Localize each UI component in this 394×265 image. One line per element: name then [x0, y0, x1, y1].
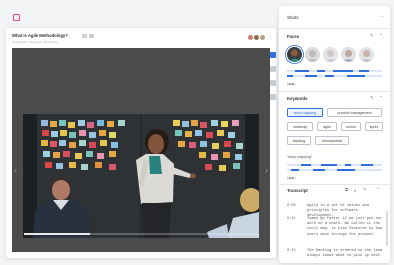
- tag-icon[interactable]: [270, 66, 276, 72]
- keywords-section-title: Keywords: [287, 96, 308, 101]
- transcript-text: The backlog is ordered so the team alway…: [307, 249, 383, 259]
- keyword-chip[interactable]: scrum: [341, 122, 361, 131]
- text-icon[interactable]: [270, 80, 276, 86]
- video-player[interactable]: ‹ ›: [12, 48, 270, 252]
- divider: [279, 91, 390, 92]
- transcript-time: 0:08: [287, 204, 296, 208]
- transcript-time: 0:11: [287, 217, 296, 221]
- copy-icon[interactable]: ⧉: [345, 187, 348, 192]
- transcript-scrollbar[interactable]: [386, 211, 388, 246]
- face-thumbnail[interactable]: [341, 47, 356, 62]
- title-tag-badge: [82, 34, 87, 38]
- pen-icon[interactable]: [270, 52, 276, 58]
- divider: [279, 28, 390, 29]
- panel-title: Shots: [287, 15, 299, 20]
- keyword-chip[interactable]: story mapping: [287, 108, 323, 117]
- window-subtitle: All Projects / Sessions / Recording: [12, 40, 58, 44]
- selected-keyword-label: "story mapping": [287, 155, 313, 159]
- chevron-up-icon[interactable]: ⌃: [379, 33, 383, 38]
- video-frame-image: [23, 114, 259, 238]
- keyword-chip[interactable]: retrospective: [315, 136, 349, 145]
- app-logo-icon[interactable]: [13, 14, 20, 21]
- title-tag-badge: [89, 34, 94, 38]
- skip-icon[interactable]: |◀ ▶|: [287, 176, 295, 181]
- keyword-chip[interactable]: agile: [317, 122, 337, 131]
- share-icon[interactable]: [270, 94, 276, 100]
- divider: [279, 184, 390, 185]
- transcript-text: Teams go faster if we just put our work …: [307, 217, 383, 237]
- details-panel: Shots ⋯ Faces ✎ ⌃ |◀ ▶| Keywords ✎ ⌃ sto…: [279, 6, 390, 263]
- faces-section-title: Faces: [287, 34, 300, 39]
- edit-icon[interactable]: ✎: [363, 187, 367, 192]
- more-horizontal-icon[interactable]: ⋯: [379, 14, 384, 20]
- video-seekbar[interactable]: [24, 233, 258, 235]
- keyword-chip[interactable]: sprint: [365, 122, 383, 131]
- skip-icon[interactable]: |◀ ▶|: [287, 82, 295, 87]
- window-header: What is Agile Methodology? All Projects …: [6, 28, 276, 49]
- edit-icon[interactable]: ✎: [370, 33, 374, 38]
- more-vertical-icon[interactable]: ⋮: [268, 35, 273, 40]
- face-thumbnail[interactable]: [359, 47, 374, 62]
- edit-icon[interactable]: ✎: [370, 95, 374, 100]
- transcript-section-title: Transcript: [287, 188, 308, 193]
- keyword-chip[interactable]: roadmap: [287, 122, 313, 131]
- avatar[interactable]: [259, 34, 266, 41]
- keyword-timeline[interactable]: [287, 169, 382, 171]
- face-timeline[interactable]: [287, 70, 382, 72]
- keyword-timeline[interactable]: [287, 164, 382, 166]
- video-progress: [24, 233, 90, 235]
- chevron-up-icon[interactable]: ⌃: [376, 187, 380, 192]
- face-thumbnail[interactable]: [305, 47, 320, 62]
- chevron-left-icon[interactable]: ‹: [14, 166, 17, 175]
- face-thumbnail[interactable]: [323, 47, 338, 62]
- chevron-up-icon[interactable]: ⌃: [379, 95, 383, 100]
- transcript-time: 0:15: [287, 249, 296, 253]
- window-title: What is Agile Methodology?: [12, 33, 68, 38]
- chevron-right-icon[interactable]: ›: [265, 166, 268, 175]
- face-thumbnail[interactable]: [287, 47, 302, 62]
- face-timeline[interactable]: [287, 75, 382, 77]
- vertical-toolbar: [267, 42, 279, 112]
- keyword-chip[interactable]: backlog: [287, 136, 311, 145]
- download-icon[interactable]: ⤓: [354, 187, 356, 192]
- video-window: What is Agile Methodology? All Projects …: [6, 28, 276, 258]
- keyword-chip[interactable]: product management: [327, 108, 382, 117]
